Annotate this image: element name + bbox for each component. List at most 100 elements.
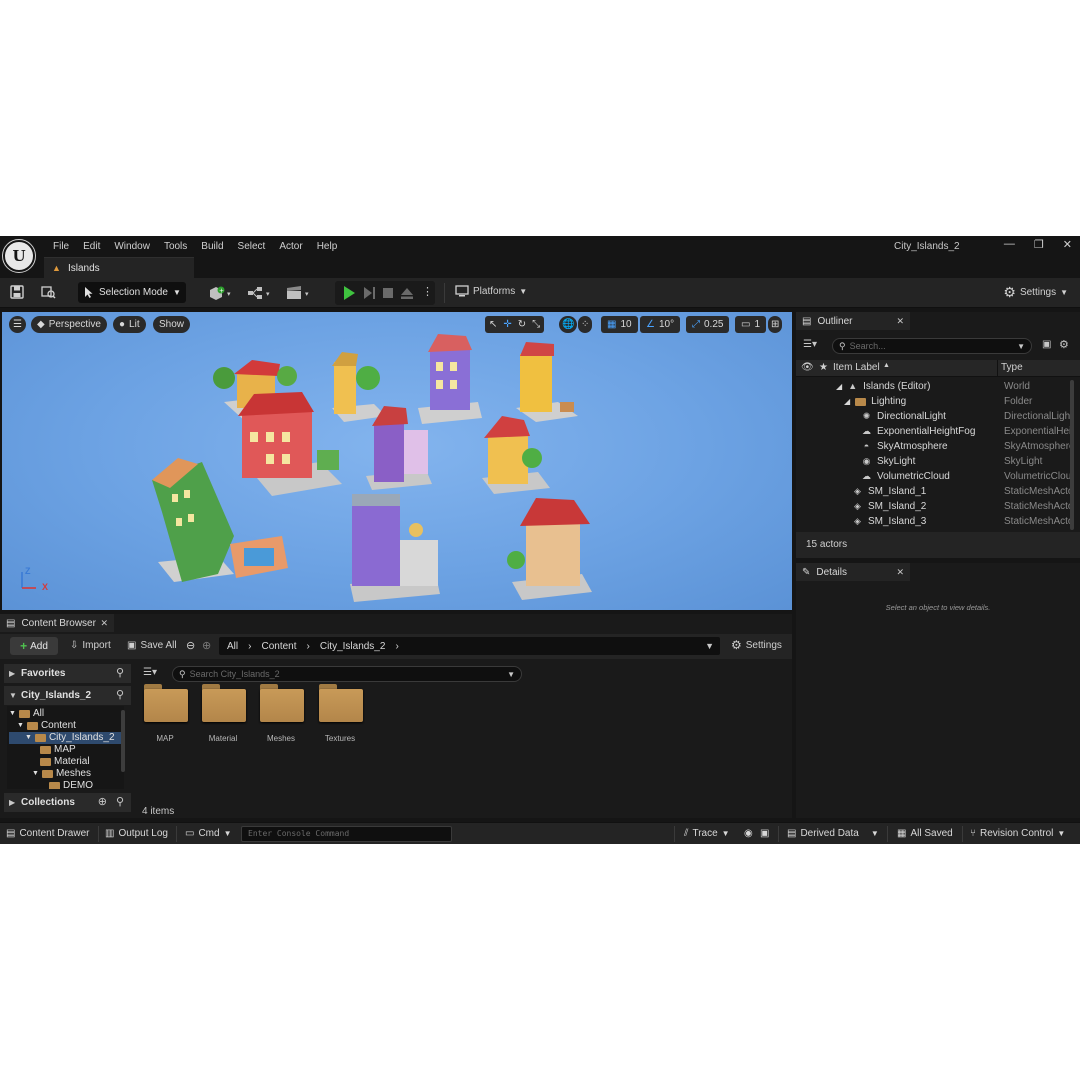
play-icon[interactable] <box>341 285 357 301</box>
search-icon[interactable]: ⚲ <box>116 686 124 705</box>
outliner-tab[interactable]: ▤ Outliner ✕ <box>796 312 910 330</box>
tree-row[interactable]: ◈ SM_Island_1 StaticMeshActor <box>796 484 1070 499</box>
level-tab[interactable]: ▲ Islands <box>44 257 194 278</box>
save-all-button[interactable]: ▣ Save All <box>127 640 177 651</box>
collapse-arrow-icon[interactable]: ◢ <box>844 394 850 409</box>
menu-edit[interactable]: Edit <box>76 239 107 255</box>
chevron-down-icon[interactable]: ▼ <box>705 641 714 651</box>
outliner-scrollbar[interactable] <box>1070 380 1074 530</box>
breadcrumb-all[interactable]: All <box>227 641 238 652</box>
tree-row[interactable]: ◢ ▲ Islands (Editor) World <box>796 379 1070 394</box>
output-log-button[interactable]: ▥ Output Log <box>105 828 168 839</box>
console-input[interactable]: Enter Console Command <box>241 826 452 842</box>
tree-folder-material[interactable]: Material <box>40 756 90 768</box>
menu-help[interactable]: Help <box>310 239 345 255</box>
tree-folder-all[interactable]: ▼ All <box>9 708 44 720</box>
advance-frame-icon[interactable] <box>361 285 377 301</box>
cinematics-icon[interactable]: ▾ <box>285 285 313 301</box>
add-button[interactable]: + Add <box>10 637 58 655</box>
tree-row[interactable]: ◈ SM_Island_3 StaticMeshActor <box>796 514 1070 529</box>
menu-window[interactable]: Window <box>107 239 157 255</box>
stop-icon[interactable] <box>380 285 396 301</box>
import-button[interactable]: ⇩ Import <box>70 640 111 651</box>
folder-asset-meshes[interactable]: Meshes <box>252 684 310 748</box>
close-icon[interactable]: ✕ <box>100 618 108 629</box>
tree-folder-meshes[interactable]: ▼ Meshes <box>32 768 91 780</box>
cmd-dropdown[interactable]: ▭ Cmd ▼ <box>185 828 232 839</box>
folder-asset-map[interactable]: MAP <box>136 684 194 748</box>
gear-icon[interactable]: ⚙ <box>1059 338 1069 351</box>
breadcrumb-city-islands[interactable]: City_Islands_2 <box>320 641 386 652</box>
search-icon[interactable]: ⚲ <box>116 793 124 812</box>
project-section[interactable]: ▼ City_Islands_2 ⚲ <box>4 686 131 705</box>
tree-row[interactable]: ☁ VolumetricCloud VolumetricCloud <box>796 469 1070 484</box>
details-empty-message: Select an object to view details. <box>885 603 991 612</box>
breadcrumb-content[interactable]: Content <box>261 641 296 652</box>
eye-icon[interactable]: 👁 <box>801 362 814 373</box>
collections-section[interactable]: ▶ Collections ⊕ ⚲ <box>4 793 131 812</box>
record-icon[interactable]: ◉ <box>744 828 753 839</box>
chevron-down-icon: ▼ <box>507 669 515 679</box>
save-icon[interactable] <box>9 285 25 301</box>
collapse-arrow-icon[interactable]: ◢ <box>836 379 842 394</box>
close-icon[interactable]: ✕ <box>1063 238 1072 251</box>
tree-folder-map[interactable]: MAP <box>40 744 76 756</box>
details-tab[interactable]: ✎ Details ✕ <box>796 563 910 581</box>
forward-icon[interactable]: ⊕ <box>202 639 211 652</box>
tree-row[interactable]: ✺ DirectionalLight DirectionalLight <box>796 409 1070 424</box>
play-options-icon[interactable]: ⋮ <box>422 285 433 298</box>
platforms-dropdown[interactable]: Platforms ▼ <box>455 285 527 297</box>
tree-row[interactable]: ◓ SkyAtmosphere SkyAtmosphere <box>796 439 1070 454</box>
back-icon[interactable]: ⊖ <box>186 639 195 652</box>
derived-data-dropdown[interactable]: ▤ Derived Data ▼ <box>787 828 879 839</box>
maximize-icon[interactable]: ❐ <box>1034 238 1044 251</box>
tree-scrollbar[interactable] <box>121 710 125 772</box>
screenshot-icon[interactable]: ▣ <box>760 828 769 839</box>
type-column[interactable]: Type <box>1001 362 1023 373</box>
menu-actor[interactable]: Actor <box>272 239 309 255</box>
selection-mode-dropdown[interactable]: Selection Mode ▼ <box>78 282 186 303</box>
menu-file[interactable]: File <box>46 239 76 255</box>
content-drawer-button[interactable]: ▤ Content Drawer <box>6 828 89 839</box>
minimize-icon[interactable]: — <box>1004 238 1015 251</box>
star-icon[interactable]: ★ <box>819 362 828 373</box>
tree-row[interactable]: ◈ SM_Island_2 StaticMeshActor <box>796 499 1070 514</box>
menu-build[interactable]: Build <box>194 239 230 255</box>
folder-icon <box>319 684 363 722</box>
blueprint-icon[interactable]: ▾ <box>246 285 274 301</box>
tree-folder-city-islands[interactable]: ▼ City_Islands_2 <box>9 732 122 744</box>
content-browser-tab[interactable]: ▤ Content Browser ✕ <box>0 614 114 632</box>
cb-settings-button[interactable]: ⚙ Settings <box>731 639 782 651</box>
row-label: SM_Island_1 <box>868 486 927 497</box>
trace-dropdown[interactable]: ⫽ Trace ▼ <box>684 828 730 839</box>
close-icon[interactable]: ✕ <box>896 316 904 327</box>
level-viewport[interactable]: ☰ ◆ Perspective ● Lit Show ↖ ✛ ↻ ⤡ 🌐 ⁘ ▦… <box>2 312 792 610</box>
filter-icon[interactable]: ☰▾ <box>803 339 817 350</box>
settings-dropdown[interactable]: ⚙ Settings ▼ <box>1003 285 1068 299</box>
outliner-icon: ▤ <box>802 315 812 327</box>
revision-control-dropdown[interactable]: ⑂ Revision Control ▼ <box>970 828 1065 839</box>
add-folder-icon[interactable]: ▣ <box>1042 339 1051 350</box>
search-icon[interactable]: ⚲ <box>116 664 124 683</box>
filter-icon[interactable]: ☰▾ <box>143 667 157 678</box>
tree-row[interactable]: ◉ SkyLight SkyLight <box>796 454 1070 469</box>
tree-row[interactable]: ◢ Lighting Folder <box>796 394 1070 409</box>
all-saved-button[interactable]: ▦ All Saved <box>897 828 953 839</box>
folder-asset-textures[interactable]: Textures <box>311 684 369 748</box>
folder-asset-material[interactable]: Material <box>194 684 252 748</box>
menu-select[interactable]: Select <box>231 239 273 255</box>
add-actor-icon[interactable]: + ▾ <box>207 285 235 301</box>
item-label-column[interactable]: Item Label <box>833 362 880 373</box>
eject-icon[interactable] <box>399 285 415 301</box>
favorites-section[interactable]: ▶ Favorites ⚲ <box>4 664 131 683</box>
unreal-logo-icon[interactable]: U <box>2 239 36 273</box>
add-collection-icon[interactable]: ⊕ <box>98 793 107 812</box>
close-icon[interactable]: ✕ <box>896 567 904 578</box>
asset-search-input[interactable]: ⚲ Search City_Islands_2 ▼ <box>172 666 522 682</box>
browse-content-icon[interactable] <box>40 285 56 301</box>
menu-tools[interactable]: Tools <box>157 239 194 255</box>
tree-folder-demo[interactable]: DEMO <box>49 780 93 789</box>
outliner-search-input[interactable]: ⚲ Search... ▼ <box>832 338 1032 354</box>
tree-row[interactable]: ☁ ExponentialHeightFog ExponentialHeightF… <box>796 424 1070 439</box>
tree-folder-content[interactable]: ▼ Content <box>17 720 76 732</box>
